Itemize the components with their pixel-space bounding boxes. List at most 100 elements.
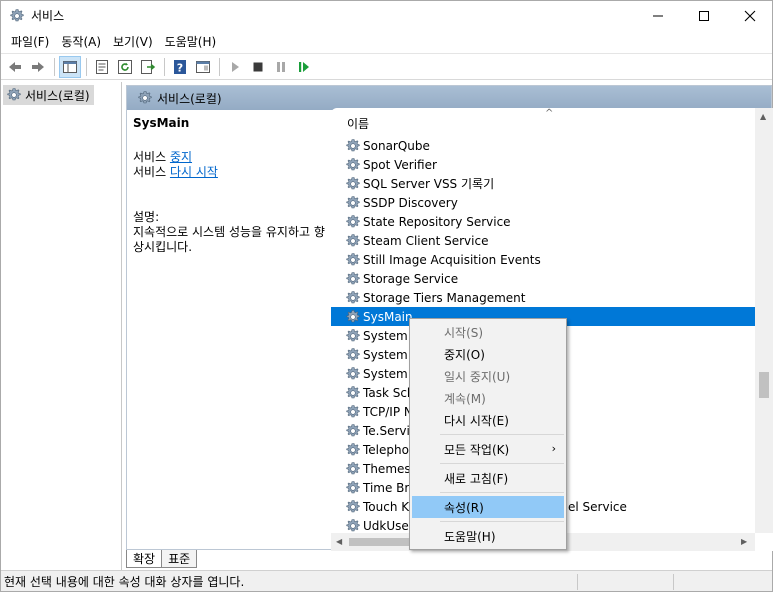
menu-separator: [440, 434, 564, 435]
stop-icon: [253, 62, 263, 71]
service-row[interactable]: SQL Server VSS 기록기: [331, 174, 755, 193]
service-gear-icon: [345, 138, 361, 154]
action-prefix: 서비스: [133, 150, 170, 164]
service-name: State Repository Service: [363, 214, 511, 229]
menu-item-refresh[interactable]: 새로 고침(F): [412, 467, 564, 489]
service-name: Storage Tiers Management: [363, 290, 526, 305]
menu-item-help[interactable]: 도움말(H): [412, 525, 564, 547]
service-row[interactable]: Steam Client Service: [331, 231, 755, 250]
pause-service-button[interactable]: [270, 56, 292, 78]
scroll-left-icon[interactable]: ◀: [336, 537, 342, 546]
help-button[interactable]: ?: [169, 56, 191, 78]
tree-item-services-local[interactable]: 서비스(로컬): [3, 85, 94, 105]
minimize-icon: [653, 15, 663, 16]
list-header[interactable]: 이름 ^: [331, 108, 755, 132]
toolbar-separator: [86, 57, 87, 76]
maximize-button[interactable]: [681, 1, 727, 30]
service-gear-icon: [345, 157, 361, 173]
service-gear-icon: [345, 442, 361, 458]
service-row[interactable]: State Repository Service: [331, 212, 755, 231]
column-name-header[interactable]: 이름: [347, 115, 369, 132]
pane-header-title: 서비스(로컬): [157, 91, 222, 106]
service-gear-icon: [345, 252, 361, 268]
maximize-icon: [699, 10, 709, 21]
menu-help[interactable]: 도움말(H): [159, 31, 223, 52]
show-hide-button[interactable]: [192, 56, 214, 78]
service-name: Spot Verifier: [363, 157, 437, 172]
menu-bar: 파일(F) 동작(A) 보기(V) 도움말(H): [1, 30, 772, 52]
service-row[interactable]: Still Image Acquisition Events: [331, 250, 755, 269]
refresh-icon: [118, 59, 132, 74]
menu-item-start[interactable]: 시작(S): [412, 321, 564, 343]
properties-button[interactable]: [91, 56, 113, 78]
vertical-scrollbar[interactable]: ▲: [755, 108, 773, 533]
service-name: Themes: [363, 461, 411, 476]
service-row[interactable]: SSDP Discovery: [331, 193, 755, 212]
service-name: SonarQube: [363, 138, 430, 153]
scroll-up-icon[interactable]: ▲: [760, 112, 766, 121]
back-icon: [9, 61, 21, 72]
forward-button[interactable]: [27, 56, 49, 78]
export-icon: [141, 59, 156, 74]
service-name: Still Image Acquisition Events: [363, 252, 541, 267]
service-gear-icon: [345, 423, 361, 439]
scroll-right-icon[interactable]: ▶: [741, 537, 747, 546]
status-text: 현재 선택 내용에 대한 속성 대화 상자를 엽니다.: [4, 574, 245, 589]
tab-standard[interactable]: 표준: [161, 550, 198, 568]
refresh-button[interactable]: [114, 56, 136, 78]
service-row[interactable]: Spot Verifier: [331, 155, 755, 174]
console-tree-button[interactable]: [59, 55, 81, 78]
services-app-icon: [9, 8, 25, 24]
show-hide-icon: [196, 60, 210, 73]
status-divider: [577, 574, 578, 590]
service-gear-icon: [345, 404, 361, 420]
console-tree-icon: [63, 60, 77, 73]
service-gear-icon: [345, 309, 361, 325]
restart-service-link[interactable]: 다시 시작: [170, 165, 218, 179]
service-row[interactable]: Storage Service: [331, 269, 755, 288]
forward-icon: [32, 61, 44, 72]
tab-extended[interactable]: 확장: [126, 550, 163, 568]
tree-item-label: 서비스(로컬): [25, 88, 90, 103]
service-gear-icon: [345, 461, 361, 477]
services-window: 서비스 파일(F) 동작(A) 보기(V) 도움말(H) ? 서비스(로컬) 서…: [0, 0, 773, 592]
start-service-button[interactable]: [224, 56, 246, 78]
menu-item-stop[interactable]: 중지(O): [412, 343, 564, 365]
close-button[interactable]: [727, 1, 773, 30]
stop-service-button[interactable]: [247, 56, 269, 78]
service-gear-icon: [345, 233, 361, 249]
restart-service-button[interactable]: [293, 56, 315, 78]
menu-item-restart[interactable]: 다시 시작(E): [412, 409, 564, 431]
menu-item-resume[interactable]: 계속(M): [412, 387, 564, 409]
description-text: 지속적으로 시스템 성능을 유지하고 향상시킵니다.: [133, 225, 325, 254]
stop-service-link[interactable]: 중지: [170, 150, 192, 164]
menu-file[interactable]: 파일(F): [5, 31, 55, 52]
service-gear-icon: [345, 271, 361, 287]
service-gear-icon: [345, 518, 361, 534]
export-button[interactable]: [137, 56, 159, 78]
submenu-arrow-icon: ›: [551, 442, 556, 455]
minimize-button[interactable]: [635, 1, 681, 30]
menu-action[interactable]: 동작(A): [55, 31, 107, 52]
service-name: SysMain: [363, 309, 413, 324]
service-gear-icon: [345, 480, 361, 496]
vertical-scroll-thumb[interactable]: [759, 372, 769, 398]
service-name: TCP/IP N: [363, 404, 413, 419]
status-divider: [673, 574, 674, 590]
menu-item-pause[interactable]: 일시 중지(U): [412, 365, 564, 387]
service-name: Task Sch: [363, 385, 415, 400]
menu-item-properties[interactable]: 속성(R): [412, 496, 564, 518]
service-row[interactable]: Storage Tiers Management: [331, 288, 755, 307]
close-icon: [744, 10, 756, 21]
pause-icon: [277, 61, 285, 72]
action-line-restart: 서비스 다시 시작: [133, 165, 331, 180]
back-button[interactable]: [4, 56, 26, 78]
service-gear-icon: [345, 328, 361, 344]
service-gear-icon: [345, 290, 361, 306]
service-name: SQL Server VSS 기록기: [363, 177, 495, 191]
service-gear-icon: [345, 347, 361, 363]
menu-view[interactable]: 보기(V): [107, 31, 159, 52]
service-name: Storage Service: [363, 271, 459, 286]
menu-item-all-tasks[interactable]: 모든 작업(K) ›: [412, 438, 564, 460]
service-row[interactable]: SonarQube: [331, 136, 755, 155]
